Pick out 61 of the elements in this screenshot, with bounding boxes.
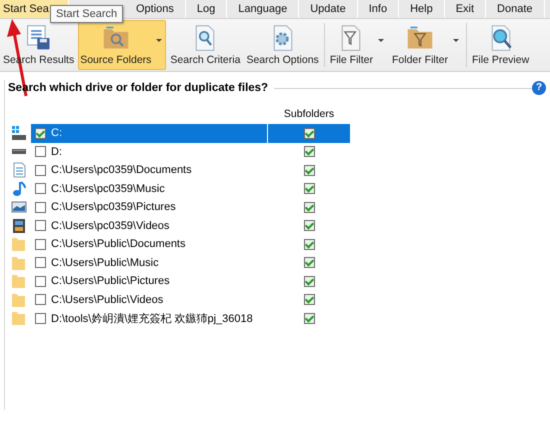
checkbox[interactable] (304, 238, 314, 250)
checkbox[interactable] (35, 294, 46, 306)
drive-icon (11, 126, 27, 140)
table-row[interactable]: C:\Users\pc0359\Videos (31, 216, 267, 235)
checkbox[interactable] (35, 128, 46, 139)
table-row[interactable]: C:\Users\pc0359\Pictures (31, 198, 267, 216)
menu-tab[interactable]: Log (186, 0, 228, 18)
table-row[interactable]: C:\Users\Public\Music (31, 254, 267, 272)
menu-tab[interactable]: Language (227, 0, 300, 18)
checkbox[interactable] (304, 276, 314, 287)
toolbar-button[interactable]: Source Folders (78, 20, 166, 70)
checkbox[interactable] (304, 294, 314, 306)
table-row[interactable]: C:\Users\Public\Pictures (31, 272, 267, 290)
checkbox[interactable] (304, 257, 314, 268)
table-row[interactable]: D:\tools\妗岄潰\娌充簽杞 欢鏃犻pj_36018 (31, 309, 267, 328)
checkbox[interactable] (35, 183, 46, 194)
menu-tab[interactable]: Help (399, 0, 445, 18)
drive-icon (11, 149, 27, 154)
checkbox[interactable] (304, 128, 314, 139)
table-row[interactable]: C:\Users\Public\Documents (31, 235, 267, 254)
checkbox[interactable] (35, 202, 46, 213)
folder-icon (11, 292, 27, 308)
checkbox[interactable] (304, 202, 314, 213)
folder-icon (11, 273, 27, 290)
checkbox[interactable] (304, 183, 314, 194)
menu-tab[interactable]: Options (125, 0, 186, 18)
menu-tab[interactable]: Donate (486, 0, 545, 18)
checkbox[interactable] (35, 220, 46, 232)
folder-icon (11, 254, 27, 271)
help-icon[interactable]: ? (532, 81, 546, 95)
toolbar-button[interactable]: File Preview (470, 20, 532, 70)
document-icon (11, 162, 27, 178)
menu-tab[interactable]: Exit (444, 0, 486, 18)
menu-tab[interactable]: Update (299, 0, 358, 18)
tooltip: Start Search (50, 5, 124, 23)
checkbox[interactable] (35, 276, 46, 287)
column-header: Subfolders (282, 107, 336, 122)
folder-icon (11, 236, 27, 252)
film-icon (11, 218, 27, 234)
checkbox[interactable] (304, 164, 314, 176)
checkbox[interactable] (35, 238, 46, 250)
checkbox[interactable] (304, 312, 314, 324)
checkbox[interactable] (35, 164, 46, 176)
toolbar-button[interactable]: File Filter (328, 20, 388, 70)
menu-tab[interactable]: Info (358, 0, 400, 18)
table-row[interactable]: D: (31, 142, 267, 161)
checkbox[interactable] (304, 146, 314, 158)
checkbox[interactable] (304, 220, 314, 232)
checkbox[interactable] (35, 257, 46, 268)
table-row[interactable]: C: (31, 124, 267, 142)
picture-icon (11, 201, 27, 214)
music-note-icon (11, 180, 27, 197)
toolbar-button[interactable]: Folder Filter (390, 20, 463, 70)
toolbar-button[interactable]: Search Criteria (168, 20, 242, 70)
table-row[interactable]: C:\Users\Public\Videos (31, 290, 267, 309)
table-row[interactable]: C:\Users\pc0359\Documents (31, 161, 267, 180)
toolbar-button[interactable]: Search Options (244, 20, 321, 70)
folder-icon (11, 310, 27, 326)
table-row[interactable]: C:\Users\pc0359\Music (31, 180, 267, 198)
checkbox[interactable] (35, 146, 46, 158)
checkbox[interactable] (35, 312, 46, 324)
